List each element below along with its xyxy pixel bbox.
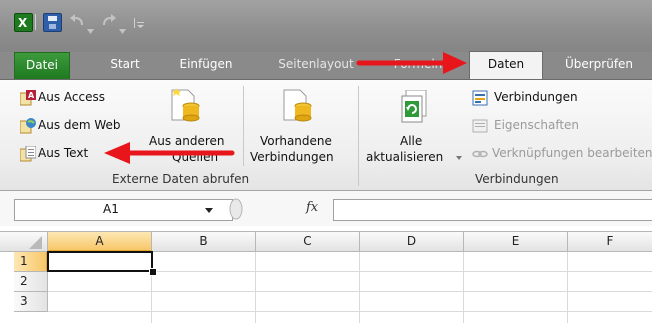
verknuepfungen-bearbeiten-label: Verknüpfungen bearbeiten (492, 146, 652, 160)
group-separator (358, 86, 359, 186)
alle-aktualisieren-label-1: Alle (400, 134, 423, 148)
access-icon: A (20, 90, 36, 106)
aus-dem-web-label: Aus dem Web (38, 118, 121, 132)
cell-a1-selected[interactable] (47, 251, 153, 272)
group-separator (243, 86, 244, 166)
gridline (463, 252, 464, 323)
chevron-down-icon[interactable] (205, 208, 213, 213)
eigenschaften-label: Eigenschaften (494, 118, 580, 132)
row-header-2[interactable]: 2 (14, 272, 48, 292)
column-header-a[interactable]: A (48, 232, 152, 252)
ribbon-daten: A Aus Access Aus dem Web Aus Text Aus an… (0, 79, 652, 190)
spreadsheet-grid: A B C D E F 1 2 3 (0, 226, 652, 323)
undo-dropdown-icon[interactable] (87, 19, 94, 34)
column-header-b[interactable]: B (152, 232, 256, 252)
verbindungen-label: Verbindungen (494, 90, 578, 104)
properties-icon (472, 119, 488, 133)
save-icon[interactable] (43, 13, 62, 32)
aus-access-button[interactable]: A Aus Access (16, 88, 126, 108)
formula-bar-resize-handle[interactable] (228, 198, 244, 220)
group-label-externe-daten: Externe Daten abrufen (112, 172, 250, 186)
column-header-c[interactable]: C (256, 232, 360, 252)
alle-aktualisieren-button[interactable]: Alle aktualisieren (362, 84, 462, 168)
eigenschaften-button: Eigenschaften (470, 116, 610, 136)
existing-connections-icon (283, 89, 312, 122)
ribbon-tabs: Datei Start Einfügen Seitenlayout Formel… (0, 51, 652, 80)
excel-app-icon[interactable]: X (14, 13, 33, 32)
row-header-3[interactable]: 3 (14, 292, 48, 312)
insert-function-icon[interactable]: fx (306, 200, 318, 215)
redo-icon[interactable] (100, 13, 118, 30)
gridline (48, 291, 652, 292)
database-other-sources-icon (171, 88, 200, 122)
tab-datei[interactable]: Datei (14, 52, 70, 79)
aus-text-label: Aus Text (38, 146, 89, 160)
undo-icon[interactable] (68, 13, 86, 30)
formula-bar: A1 fx (0, 190, 652, 226)
annotation-arrow-to-daten-tab (356, 52, 467, 74)
redo-dropdown-icon[interactable] (119, 19, 126, 34)
tab-ueberpruefen[interactable]: Überprüfen (556, 52, 642, 79)
column-header-d[interactable]: D (360, 232, 464, 252)
vorhandene-verbindungen-label-2: Verbindungen (250, 150, 334, 164)
svg-text:A: A (28, 91, 35, 100)
tab-start[interactable]: Start (100, 52, 150, 79)
formula-input[interactable] (333, 199, 652, 221)
select-all-corner[interactable] (14, 232, 48, 252)
alle-aktualisieren-label-2: aktualisieren (366, 150, 444, 164)
verknuepfungen-bearbeiten-button: Verknüpfungen bearbeiten (470, 144, 652, 164)
tab-daten[interactable]: Daten (469, 51, 543, 80)
gridline (567, 252, 568, 323)
tab-einfuegen[interactable]: Einfügen (170, 52, 242, 79)
verbindungen-button[interactable]: Verbindungen (470, 88, 610, 108)
column-header-f[interactable]: F (568, 232, 652, 252)
vorhandene-verbindungen-label-1: Vorhandene (260, 134, 332, 148)
gridline (359, 252, 360, 323)
customize-qat-icon[interactable] (133, 13, 145, 30)
text-file-icon (20, 146, 36, 162)
connections-icon (472, 90, 488, 106)
name-box[interactable]: A1 (14, 199, 233, 221)
gridline (255, 252, 256, 323)
refresh-all-icon (401, 90, 427, 123)
tab-seitenlayout[interactable]: Seitenlayout (268, 52, 364, 79)
vorhandene-verbindungen-button[interactable]: Vorhandene Verbindungen (248, 84, 352, 168)
fill-handle[interactable] (149, 268, 157, 276)
column-header-e[interactable]: E (464, 232, 568, 252)
aus-dem-web-button[interactable]: Aus dem Web (16, 116, 146, 136)
svg-text:X: X (18, 16, 28, 30)
aus-access-label: Aus Access (38, 90, 105, 104)
excel-window: X Datei Start Einfügen Seitenlayout Form… (0, 0, 652, 323)
title-bar: X (0, 0, 652, 52)
gridline (48, 311, 652, 312)
name-box-value: A1 (103, 202, 119, 216)
chevron-down-icon[interactable] (456, 156, 462, 160)
annotation-arrow-to-aus-text (104, 142, 235, 164)
link-icon (472, 150, 488, 158)
row-header-1[interactable]: 1 (14, 252, 48, 272)
web-icon (20, 118, 36, 134)
column-headers: A B C D E F (0, 231, 652, 252)
group-label-verbindungen: Verbindungen (475, 172, 559, 186)
